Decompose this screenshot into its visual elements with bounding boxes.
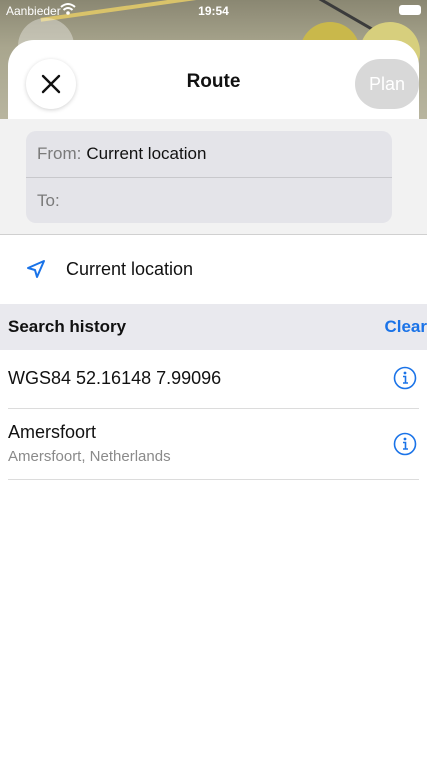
current-location-label: Current location	[66, 258, 194, 279]
battery-icon	[399, 5, 421, 15]
info-icon[interactable]	[393, 432, 417, 456]
clear-history-button[interactable]: Clear	[384, 317, 427, 337]
to-label: To:	[37, 191, 60, 210]
history-item-title: Amersfoort	[8, 422, 97, 442]
plan-button[interactable]: Plan	[355, 59, 419, 109]
history-item-subtitle: Amersfoort, Netherlands	[8, 448, 171, 465]
navigation-bar: Route Plan	[8, 40, 419, 126]
list-item[interactable]: Amersfoort Amersfoort, Netherlands	[8, 409, 419, 480]
list-item[interactable]: WGS84 52.16148 7.99096	[8, 350, 419, 409]
from-field[interactable]: From: Current location	[26, 131, 392, 177]
search-history-header: Search history Clear	[0, 304, 427, 350]
search-history-list: WGS84 52.16148 7.99096 Amersfoort Amersf…	[8, 350, 419, 480]
from-label: From:	[37, 144, 82, 163]
divider	[0, 234, 427, 235]
search-history-title: Search history	[8, 317, 127, 336]
info-icon[interactable]	[393, 366, 417, 390]
location-arrow-icon	[27, 260, 45, 278]
status-bar: Aanbieder 19:54	[0, 0, 427, 22]
route-fields: From: Current location To:	[26, 131, 392, 223]
from-value: Current location	[86, 144, 207, 163]
route-fields-area: From: Current location To:	[0, 119, 427, 234]
status-time: 19:54	[198, 4, 229, 18]
current-location-option[interactable]: Current location	[24, 251, 193, 287]
history-item-title: WGS84 52.16148 7.99096	[8, 368, 222, 388]
to-field[interactable]: To:	[26, 177, 392, 223]
route-sheet: Route Plan From: Current location To: Cu…	[0, 40, 427, 765]
